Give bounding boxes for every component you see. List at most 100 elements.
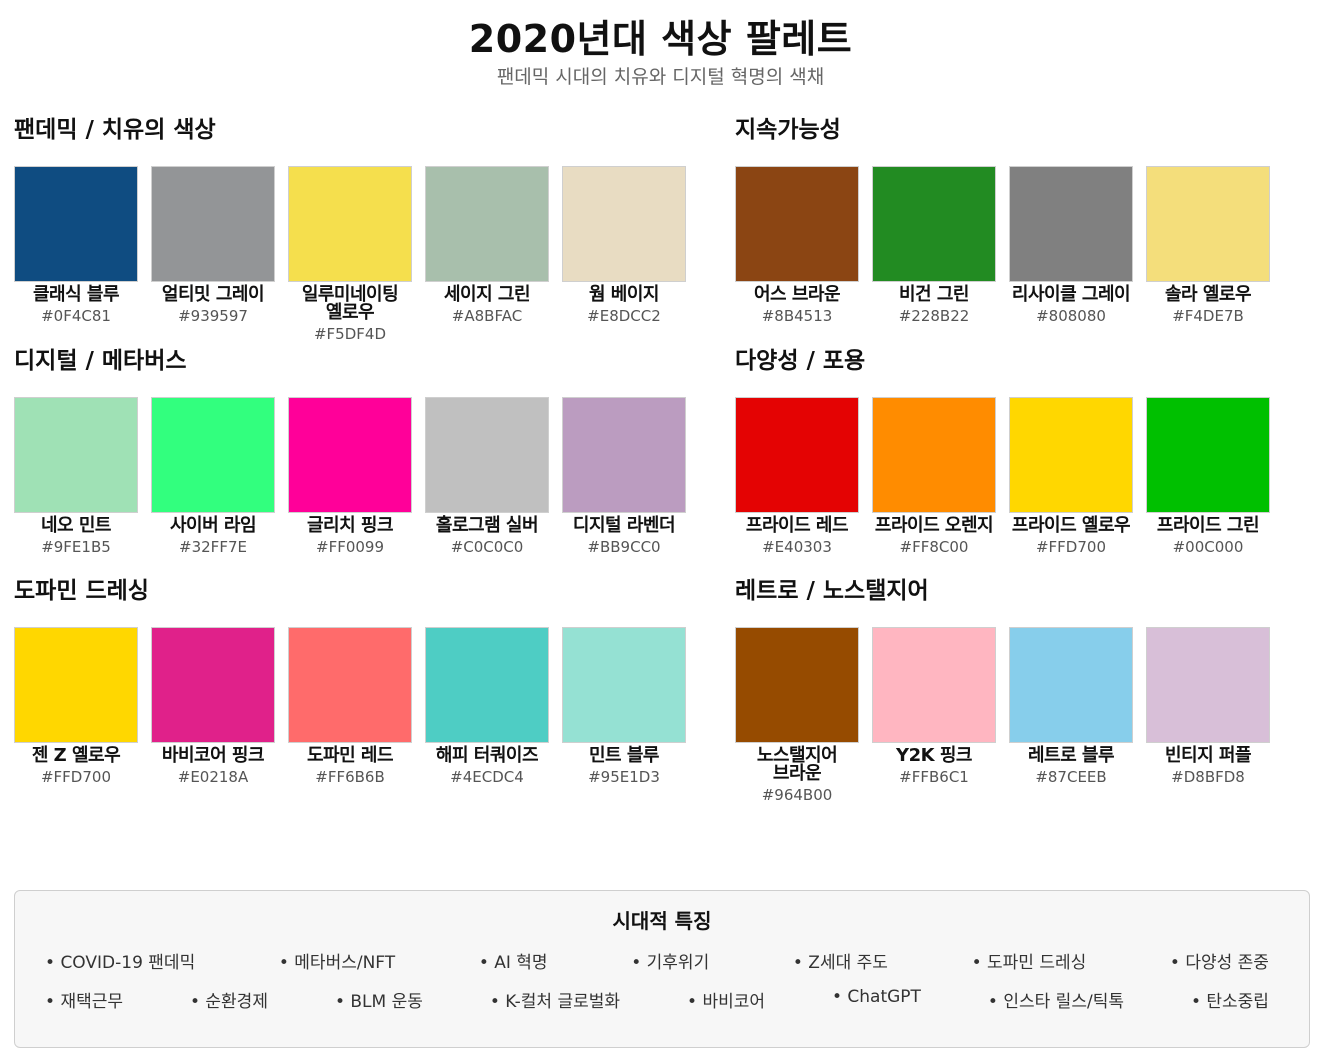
color-box (562, 397, 686, 513)
feature-row: COVID-19 팬데믹 메타버스/NFT AI 혁명 기후위기 Z세대 주도 … (45, 948, 1269, 973)
color-box (151, 166, 275, 282)
swatch-row: 프라이드 레드 #E40303 프라이드 오렌지 #FF8C00 프라이드 옐로우 #… (735, 397, 1283, 555)
swatch: 클래식 블루 #0F4C81 (14, 166, 138, 342)
swatch-name: 얼티밋 그레이 (161, 284, 265, 305)
swatch-hex: #9FE1B5 (41, 538, 111, 556)
swatch-hex: #939597 (178, 307, 248, 325)
swatch-name: 민트 블루 (588, 745, 660, 766)
color-box (14, 397, 138, 513)
swatch-hex: #F4DE7B (1172, 307, 1244, 325)
swatch-name: 홀로그램 실버 (435, 515, 539, 536)
color-box (735, 627, 859, 743)
color-box (14, 166, 138, 282)
feature-item: ChatGPT (832, 987, 921, 1012)
swatch: 프라이드 레드 #E40303 (735, 397, 859, 555)
swatch-hex: #808080 (1036, 307, 1106, 325)
feature-item: COVID-19 팬데믹 (45, 948, 195, 973)
color-box (288, 166, 412, 282)
color-box (872, 166, 996, 282)
feature-item: BLM 운동 (335, 987, 423, 1012)
swatch-hex: #32FF7E (179, 538, 247, 556)
color-box (288, 627, 412, 743)
color-box (1009, 166, 1133, 282)
color-box (735, 397, 859, 513)
swatch-row: 어스 브라운 #8B4513 비건 그린 #228B22 리사이클 그레이 #8080… (735, 166, 1283, 324)
swatch-hex: #964B00 (761, 786, 833, 804)
swatch-name: 리사이클 그레이 (1011, 284, 1131, 305)
feature-item: AI 혁명 (479, 948, 547, 973)
swatch-hex: #E0218A (177, 768, 249, 786)
section-sustainability: 지속가능성 어스 브라운 #8B4513 비건 그린 #228B22 리사이클 그레… (735, 116, 1283, 324)
feature-item: K-컬처 글로벌화 (490, 987, 620, 1012)
section-title: 레트로 / 노스탤지어 (735, 578, 929, 604)
swatch: 리사이클 그레이 #808080 (1009, 166, 1133, 324)
swatch-name: 세이지 그린 (443, 284, 531, 305)
section-digital-metaverse: 디지털 / 메타버스 네오 민트 #9FE1B5 사이버 라임 #32FF7E 글리… (14, 347, 699, 555)
swatch-hex: #8B4513 (761, 307, 833, 325)
swatch: Y2K 핑크 #FFB6C1 (872, 627, 996, 803)
section-pandemic-healing: 팬데믹 / 치유의 색상 클래식 블루 #0F4C81 얼티밋 그레이 #93959… (14, 116, 699, 342)
swatch-hex: #FFD700 (40, 768, 111, 786)
swatch: 사이버 라임 #32FF7E (151, 397, 275, 555)
swatch-hex: #FFB6C1 (899, 768, 969, 786)
swatch-name: 클래식 블루 (32, 284, 120, 305)
section-title: 디지털 / 메타버스 (14, 348, 187, 374)
section-title: 지속가능성 (735, 117, 841, 143)
swatch: 얼티밋 그레이 #939597 (151, 166, 275, 342)
color-box (872, 627, 996, 743)
swatch-hex: #D8BFD8 (1171, 768, 1245, 786)
swatch-row: 젠 Z 옐로우 #FFD700 바비코어 핑크 #E0218A 도파민 레드 #FF6… (14, 627, 699, 785)
color-box (562, 627, 686, 743)
feature-item: 기후위기 (631, 948, 710, 973)
swatch: 민트 블루 #95E1D3 (562, 627, 686, 785)
swatch-name: Y2K 핑크 (896, 745, 972, 766)
feature-item: 도파민 드레싱 (972, 948, 1086, 973)
feature-item: 순환경제 (190, 987, 268, 1012)
feature-row: 재택근무 순환경제 BLM 운동 K-컬처 글로벌화 바비코어 ChatGPT … (45, 987, 1269, 1012)
swatch-hex: #0F4C81 (41, 307, 111, 325)
swatch-hex: #95E1D3 (588, 768, 660, 786)
swatch-name: 디지털 라벤더 (572, 515, 676, 536)
color-box (151, 627, 275, 743)
swatch-name: 글리치 핑크 (306, 515, 394, 536)
feature-item: 다양성 존중 (1170, 948, 1269, 973)
swatch-hex: #4ECDC4 (450, 768, 524, 786)
swatch-name: 네오 민트 (40, 515, 112, 536)
color-box (425, 397, 549, 513)
section-retro-nostalgia: 레트로 / 노스탤지어 노스탤지어 브라운 #964B00 Y2K 핑크 #FFB6… (735, 577, 1283, 803)
swatch-hex: #F5DF4D (313, 325, 386, 343)
swatch-hex: #FF6B6B (315, 768, 385, 786)
swatch-name: 빈티지 퍼플 (1164, 745, 1252, 766)
swatch: 네오 민트 #9FE1B5 (14, 397, 138, 555)
swatch-hex: #C0C0C0 (450, 538, 524, 556)
feature-item: Z세대 주도 (793, 948, 888, 973)
section-title: 다양성 / 포용 (735, 348, 866, 374)
feature-item: 메타버스/NFT (279, 948, 395, 973)
color-box (425, 166, 549, 282)
swatch-row: 노스탤지어 브라운 #964B00 Y2K 핑크 #FFB6C1 레트로 블루 #87… (735, 627, 1283, 803)
feature-item: 재택근무 (45, 987, 123, 1012)
swatch: 비건 그린 #228B22 (872, 166, 996, 324)
swatch: 노스탤지어 브라운 #964B00 (735, 627, 859, 803)
swatch-hex: #A8BFAC (451, 307, 523, 325)
swatch-name: 프라이드 옐로우 (1011, 515, 1131, 536)
swatch: 일루미네이팅 옐로우 #F5DF4D (288, 166, 412, 342)
swatch-name: 어스 브라운 (753, 284, 841, 305)
swatch-name: 바비코어 핑크 (161, 745, 265, 766)
color-box (14, 627, 138, 743)
swatch-hex: #87CEEB (1035, 768, 1107, 786)
swatch: 해피 터쿼이즈 #4ECDC4 (425, 627, 549, 785)
swatch-name: 젠 Z 옐로우 (31, 745, 121, 766)
swatch: 도파민 레드 #FF6B6B (288, 627, 412, 785)
swatch-hex: #FF0099 (316, 538, 384, 556)
section-title: 팬데믹 / 치유의 색상 (14, 117, 216, 143)
swatch-name: 프라이드 그린 (1156, 515, 1260, 536)
swatch-hex: #BB9CC0 (587, 538, 661, 556)
swatch-hex: #E40303 (762, 538, 832, 556)
swatch: 세이지 그린 #A8BFAC (425, 166, 549, 342)
swatch: 바비코어 핑크 #E0218A (151, 627, 275, 785)
page-title: 2020년대 색상 팔레트 (468, 17, 853, 61)
swatch: 빈티지 퍼플 #D8BFD8 (1146, 627, 1270, 803)
swatch-name: 비건 그린 (898, 284, 970, 305)
swatch-name: 솔라 옐로우 (1164, 284, 1252, 305)
